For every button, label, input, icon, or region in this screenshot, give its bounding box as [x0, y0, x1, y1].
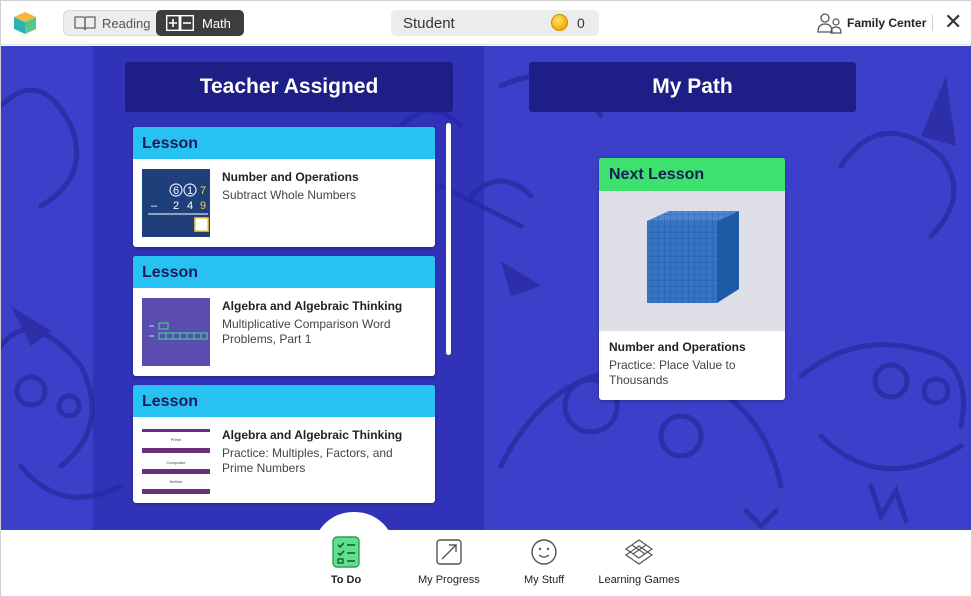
- thumb-digit: 1: [187, 185, 193, 197]
- subject-reading-tab[interactable]: Reading: [64, 11, 156, 35]
- comparison-thumbnail: [142, 298, 210, 366]
- bottom-nav: [1, 530, 971, 596]
- thumb-sign: –: [151, 200, 158, 212]
- next-lesson-card[interactable]: Next Lesson Number and Operations Practi…: [599, 158, 785, 400]
- main-area: Teacher Assigned My Path Lesson 6 1 7 – …: [1, 46, 971, 530]
- people-icon: [817, 13, 842, 34]
- nav-todo-label: To Do: [330, 574, 362, 586]
- nav-my-progress-label: My Progress: [418, 574, 480, 586]
- book-icon: [74, 16, 96, 31]
- next-lesson-subtitle: Practice: Place Value to Thousands: [609, 358, 736, 387]
- teacher-assigned-title: Teacher Assigned: [199, 75, 379, 98]
- my-path-title: My Path: [652, 75, 733, 98]
- lesson-tag: Lesson: [133, 256, 435, 288]
- thumb-label: Prime: [171, 437, 182, 442]
- subtraction-thumbnail: 6 1 7 – 2 4 9: [142, 169, 210, 237]
- divider: [932, 15, 933, 31]
- lesson-title: Algebra and Algebraic Thinking: [222, 428, 403, 442]
- coin-count: 0: [577, 15, 585, 31]
- prime-composite-thumbnail: Prime Composite Neither: [142, 427, 210, 495]
- lesson-tag: Lesson: [133, 385, 435, 417]
- thumb-digit: 2: [173, 200, 179, 212]
- subject-reading-label: Reading: [102, 15, 151, 31]
- lesson-card[interactable]: Lesson 6 1 7 – 2 4 9 Number and Operatio…: [133, 127, 435, 247]
- lesson-subtitle: Practice: Multiples, Factors, and Prime …: [222, 446, 393, 475]
- family-center-button[interactable]: Family Center: [817, 11, 926, 35]
- cube-logo-icon[interactable]: [13, 11, 37, 35]
- lesson-list-scrollbar[interactable]: [446, 123, 451, 355]
- lesson-subtitle: Multiplicative Comparison Word Problems,…: [222, 317, 391, 346]
- lesson-title: Number and Operations: [222, 170, 359, 184]
- lesson-title: Algebra and Algebraic Thinking: [222, 299, 403, 313]
- thousand-cube-icon: [647, 211, 739, 303]
- coin-icon: [551, 14, 568, 31]
- next-lesson-tag: Next Lesson: [599, 158, 785, 191]
- next-lesson-image: [599, 191, 785, 331]
- games-icon: [624, 539, 654, 565]
- lesson-card[interactable]: Lesson Algebra and Algebraic Thinking Mu…: [133, 256, 435, 376]
- thumb-digit: 9: [200, 200, 206, 212]
- checklist-icon: [332, 536, 360, 568]
- thumb-label: Composite: [166, 460, 186, 465]
- subject-math-tab[interactable]: Math: [156, 10, 244, 36]
- family-center-label: Family Center: [847, 16, 927, 30]
- nav-my-stuff-label: My Stuff: [524, 574, 565, 586]
- thumb-digit: 6: [173, 185, 179, 197]
- nav-learning-games[interactable]: Learning Games: [598, 535, 680, 586]
- nav-my-stuff[interactable]: My Stuff: [524, 535, 564, 586]
- nav-learning-games-label: Learning Games: [598, 574, 680, 586]
- lesson-subtitle: Subtract Whole Numbers: [222, 188, 357, 202]
- nav-my-progress[interactable]: My Progress: [418, 535, 480, 586]
- smiley-icon: [531, 539, 557, 565]
- top-bar: Reading Math Student 0 Family Center ✕: [1, 1, 971, 45]
- thumb-label: Neither: [170, 479, 184, 484]
- subject-toggle: Reading Math: [63, 10, 244, 36]
- subject-math-label: Math: [202, 15, 231, 31]
- lesson-tag: Lesson: [133, 127, 435, 159]
- student-info[interactable]: Student 0: [391, 10, 599, 36]
- teacher-assigned-header: Teacher Assigned: [125, 62, 453, 112]
- plus-minus-icon: [166, 15, 194, 31]
- my-path-header: My Path: [529, 62, 856, 112]
- thumb-digit: 4: [187, 200, 193, 212]
- next-lesson-title: Number and Operations: [609, 340, 746, 354]
- thumb-digit: 7: [200, 185, 206, 197]
- progress-arrow-icon: [436, 539, 462, 565]
- student-name: Student: [403, 15, 455, 32]
- nav-todo[interactable]: To Do: [330, 535, 362, 586]
- lesson-card[interactable]: Lesson Prime Composite Neither Algebra a…: [133, 385, 435, 503]
- close-icon[interactable]: ✕: [944, 11, 962, 33]
